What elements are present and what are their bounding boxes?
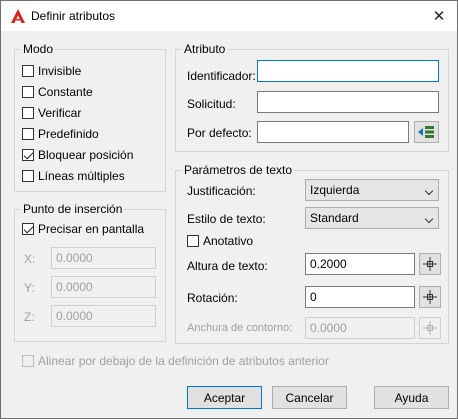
title-bar: Definir atributos ✕ — [1, 1, 457, 31]
checkbox-box-checked — [22, 149, 34, 161]
prompt-label: Solicitud: — [187, 97, 236, 111]
checkbox-box — [187, 235, 199, 247]
x-label: X: — [24, 252, 36, 266]
insert-field-icon — [418, 126, 434, 138]
text-height-pick-button[interactable] — [419, 253, 441, 275]
chevron-down-icon — [424, 186, 434, 196]
define-attributes-dialog: Definir atributos ✕ Modo Invisible Const… — [0, 0, 458, 419]
specify-on-screen-checkbox[interactable]: Precisar en pantalla — [22, 222, 144, 236]
tag-field[interactable] — [257, 60, 439, 82]
specify-on-screen-label: Precisar en pantalla — [38, 222, 145, 236]
checkbox-box-checked — [22, 223, 34, 235]
help-label: Ayuda — [394, 390, 429, 405]
checkbox-box — [22, 86, 34, 98]
boundary-width-label: Anchura de contorno: — [187, 322, 293, 334]
window-title: Definir atributos — [31, 9, 116, 23]
z-field[interactable]: 0.0000 — [51, 305, 156, 327]
annotative-checkbox[interactable]: Anotativo — [187, 234, 253, 248]
checkbox-box — [22, 355, 34, 367]
mode-legend: Modo — [21, 42, 56, 56]
boundary-width-field[interactable]: 0.0000 — [305, 317, 415, 339]
checkbox-box — [22, 128, 34, 140]
help-button[interactable]: Ayuda — [374, 386, 449, 409]
x-field[interactable]: 0.0000 — [51, 247, 156, 269]
text-settings-legend: Parámetros de texto — [182, 163, 295, 177]
insert-field-button[interactable] — [414, 121, 439, 143]
annotative-label: Anotativo — [203, 234, 254, 248]
multiple-lines-label: Líneas múltiples — [38, 169, 125, 183]
prompt-field[interactable] — [257, 91, 439, 113]
y-field[interactable]: 0.0000 — [51, 276, 156, 298]
invisible-label: Invisible — [38, 64, 82, 78]
checkbox-box — [22, 107, 34, 119]
checkbox-box — [22, 170, 34, 182]
close-icon: ✕ — [432, 8, 446, 25]
cancel-label: Cancelar — [285, 390, 334, 405]
justification-label: Justificación: — [187, 184, 256, 198]
close-button[interactable]: ✕ — [425, 3, 453, 29]
insertion-point-legend: Punto de inserción — [21, 202, 125, 216]
verify-checkbox[interactable]: Verificar — [22, 106, 81, 120]
ok-button[interactable]: Aceptar — [187, 386, 262, 409]
justification-select[interactable]: Izquierda — [305, 179, 439, 201]
preset-checkbox[interactable]: Predefinido — [22, 127, 99, 141]
lock-position-label: Bloquear posición — [38, 148, 134, 162]
attribute-legend: Atributo — [182, 42, 228, 56]
text-height-field[interactable]: 0.2000 — [305, 253, 415, 275]
chevron-down-icon — [424, 214, 434, 224]
text-style-value: Standard — [310, 211, 359, 225]
autocad-logo-icon — [11, 9, 25, 23]
rotation-pick-button[interactable] — [419, 286, 441, 308]
rotation-label: Rotación: — [187, 291, 238, 305]
multiple-lines-checkbox[interactable]: Líneas múltiples — [22, 169, 125, 183]
text-style-select[interactable]: Standard — [305, 207, 439, 229]
z-label: Z: — [24, 310, 35, 324]
invisible-checkbox[interactable]: Invisible — [22, 64, 81, 78]
ok-label: Aceptar — [203, 390, 246, 405]
cancel-button[interactable]: Cancelar — [272, 386, 347, 409]
pick-point-icon — [423, 290, 437, 304]
rotation-field[interactable]: 0 — [305, 286, 415, 308]
default-field[interactable] — [257, 121, 409, 143]
default-label: Por defecto: — [187, 126, 252, 140]
constant-checkbox[interactable]: Constante — [22, 85, 93, 99]
boundary-width-pick-button[interactable] — [419, 317, 441, 339]
align-below-label: Alinear por debajo de la definición de a… — [38, 354, 329, 368]
tag-label: Identificador: — [187, 69, 256, 83]
pick-point-icon — [423, 321, 437, 335]
align-below-previous-checkbox[interactable]: Alinear por debajo de la definición de a… — [22, 354, 329, 368]
pick-point-icon — [423, 257, 437, 271]
verify-label: Verificar — [38, 106, 82, 120]
constant-label: Constante — [38, 85, 93, 99]
y-label: Y: — [24, 281, 35, 295]
preset-label: Predefinido — [38, 127, 99, 141]
lock-position-checkbox[interactable]: Bloquear posición — [22, 148, 133, 162]
justification-value: Izquierda — [310, 183, 360, 197]
text-height-label: Altura de texto: — [187, 259, 268, 273]
checkbox-box — [22, 65, 34, 77]
text-style-label: Estilo de texto: — [187, 212, 266, 226]
